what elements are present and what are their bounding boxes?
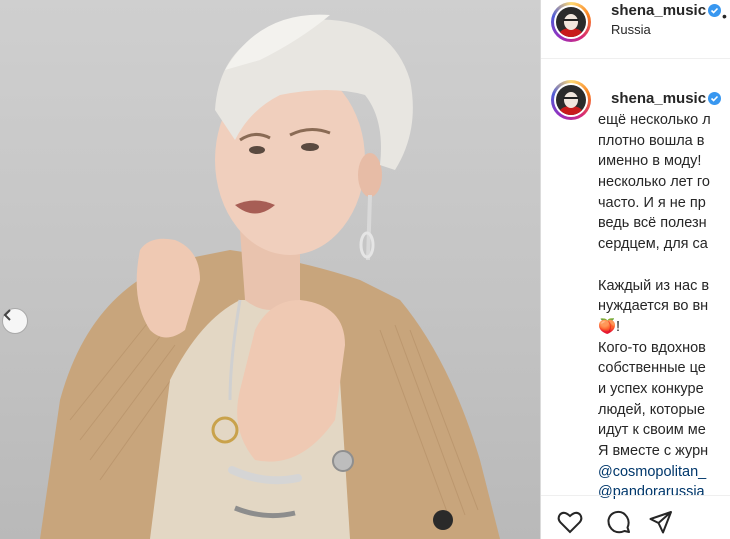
caption-text: ещё несколько л плотно вошла в именно в … — [598, 110, 730, 503]
chevron-left-icon — [3, 309, 11, 321]
post-header: shena_music • Russia — [541, 0, 730, 59]
post-side-panel: shena_music • Russia shena_music ещё нес… — [540, 0, 730, 539]
caption-line: Я вместе с журн — [598, 443, 709, 459]
post-actions-bar — [541, 495, 730, 539]
caption-avatar[interactable] — [551, 80, 591, 120]
comment-button[interactable] — [607, 510, 631, 539]
comment-icon — [607, 510, 630, 534]
like-button[interactable] — [557, 510, 583, 539]
caption-line — [598, 255, 730, 276]
verified-badge-icon — [708, 4, 721, 17]
caption-line: несколько лет го — [598, 174, 710, 191]
portrait-illustration — [40, 14, 500, 539]
caption-line: ещё несколько л — [598, 112, 711, 128]
caption-line: людей, которые — [598, 401, 706, 418]
mention-link[interactable]: @cosmopolitan_ — [598, 462, 730, 483]
caption-line: сердцем, для са — [598, 236, 708, 253]
carousel-prev-button[interactable] — [2, 308, 28, 334]
verified-badge-icon — [708, 92, 721, 105]
caption-line: Кого-то вдохнов — [598, 339, 706, 356]
caption-line: и успех конкуре — [598, 380, 704, 397]
caption-line: идут к своим ме — [598, 422, 706, 439]
caption-line: нуждается во вн — [598, 298, 709, 315]
caption-line: ведь всё полезн — [598, 215, 707, 232]
caption-line: Каждый из нас в — [598, 277, 710, 294]
heart-icon — [557, 511, 583, 534]
location-link[interactable]: Russia — [611, 22, 651, 37]
avatar[interactable] — [551, 2, 591, 42]
caption-line: плотно вошла в — [598, 132, 705, 149]
post-photo[interactable] — [0, 0, 540, 539]
share-icon — [649, 511, 672, 534]
caption-line: именно в моду! — [598, 153, 702, 170]
more-options-icon[interactable]: • — [722, 8, 727, 24]
caption-line: часто. И я не пр — [598, 194, 706, 211]
share-button[interactable] — [649, 510, 673, 539]
caption-line: собственные це — [598, 360, 706, 377]
caption-username[interactable]: shena_music — [611, 90, 706, 107]
caption-line: 🍑! — [598, 318, 621, 335]
header-username[interactable]: shena_music — [611, 2, 706, 19]
